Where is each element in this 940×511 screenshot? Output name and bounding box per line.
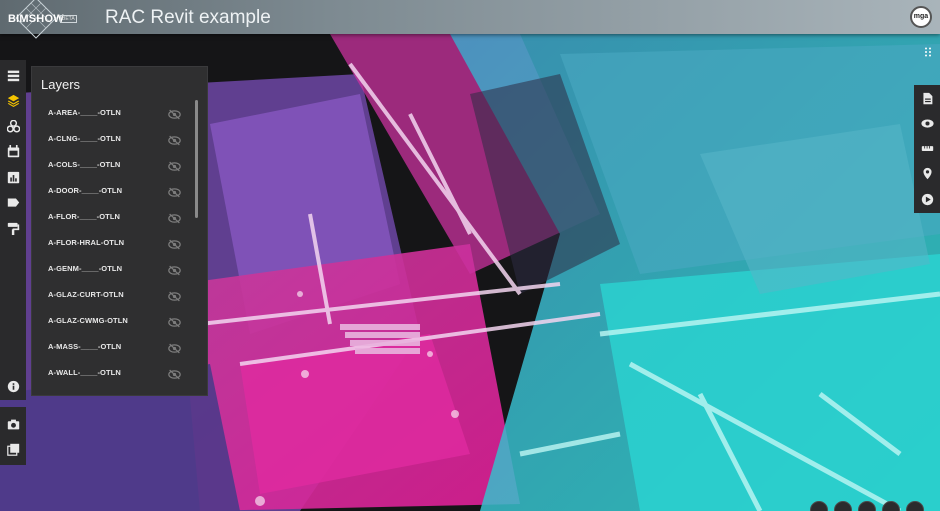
list-button[interactable] bbox=[3, 65, 23, 85]
nav-control-button[interactable] bbox=[810, 501, 828, 511]
layer-name: A-WALL-____-OTLN bbox=[48, 368, 121, 377]
layer-name: A-GLAZ-CURT-OTLN bbox=[48, 290, 124, 299]
objects-button[interactable] bbox=[3, 116, 23, 136]
layer-list: A-AREA-____-OTLN A-CLNG-____-OTLN A-COLS… bbox=[32, 100, 209, 386]
ruler-icon bbox=[921, 145, 933, 151]
info-icon bbox=[7, 380, 19, 392]
layer-name: A-MASS-____-OTLN bbox=[48, 342, 122, 351]
paint-button[interactable] bbox=[3, 218, 23, 238]
tag-button[interactable] bbox=[3, 192, 23, 212]
layer-row[interactable]: A-MASS-____-OTLN bbox=[32, 334, 209, 360]
eye-slash-icon[interactable] bbox=[168, 341, 181, 354]
eye-slash-icon[interactable] bbox=[168, 237, 181, 250]
layers-panel-title: Layers bbox=[41, 77, 81, 92]
tag-icon bbox=[7, 197, 19, 207]
document-icon bbox=[922, 92, 932, 104]
dots-grid-icon bbox=[925, 47, 931, 57]
app-header: BIMSHOW BETA RAC Revit example mga bbox=[0, 0, 940, 39]
layer-name: A-GLAZ-CWMG-OTLN bbox=[48, 316, 128, 325]
camera-icon bbox=[7, 419, 19, 429]
layer-row[interactable]: A-GLAZ-CURT-OTLN bbox=[32, 282, 209, 308]
layer-row[interactable]: A-AREA-____-OTLN bbox=[32, 100, 209, 126]
document-button[interactable] bbox=[917, 88, 937, 108]
brand-name: BIMSHOW bbox=[8, 13, 64, 25]
layer-row[interactable]: A-CLNG-____-OTLN bbox=[32, 126, 209, 152]
gallery-icon bbox=[6, 443, 19, 456]
nav-control-button[interactable] bbox=[906, 501, 924, 511]
cubes-icon bbox=[6, 119, 20, 133]
list-icon bbox=[7, 70, 19, 81]
nav-control-button[interactable] bbox=[834, 501, 852, 511]
calendar-button[interactable] bbox=[3, 141, 23, 161]
layer-name: A-CLNG-____-OTLN bbox=[48, 134, 121, 143]
right-toolbar bbox=[914, 85, 940, 213]
layer-row[interactable]: A-FLOR-____-OTLN bbox=[32, 204, 209, 230]
play-button[interactable] bbox=[917, 189, 937, 209]
eye-slash-icon[interactable] bbox=[168, 315, 181, 328]
eye-slash-icon[interactable] bbox=[168, 211, 181, 224]
chart-icon bbox=[7, 171, 19, 183]
calendar-icon bbox=[7, 144, 19, 157]
nav-control-button[interactable] bbox=[882, 501, 900, 511]
gallery-button[interactable] bbox=[3, 439, 23, 459]
map-marker-icon bbox=[922, 167, 932, 179]
page-title: RAC Revit example bbox=[105, 7, 271, 28]
navigation-controls bbox=[810, 500, 940, 511]
layer-name: A-FLOR-____-OTLN bbox=[48, 212, 121, 221]
chart-button[interactable] bbox=[3, 167, 23, 187]
eye-icon bbox=[920, 118, 934, 128]
layer-name: A-DOOR-____-OTLN bbox=[48, 186, 123, 195]
eye-slash-icon[interactable] bbox=[168, 107, 181, 120]
paint-roller-icon bbox=[7, 222, 19, 235]
visibility-button[interactable] bbox=[917, 113, 937, 133]
play-icon bbox=[921, 193, 933, 205]
apps-grid-button[interactable] bbox=[921, 45, 935, 59]
layer-row[interactable]: A-COLS-____-OTLN bbox=[32, 152, 209, 178]
eye-slash-icon[interactable] bbox=[168, 159, 181, 172]
layer-row[interactable]: A-DOOR-____-OTLN bbox=[32, 178, 209, 204]
eye-slash-icon[interactable] bbox=[168, 263, 181, 276]
eye-slash-icon[interactable] bbox=[168, 289, 181, 302]
layer-name: A-AREA-____-OTLN bbox=[48, 108, 121, 117]
layers-icon bbox=[7, 94, 19, 107]
left-toolbar-bottom bbox=[0, 407, 26, 465]
layer-row[interactable]: A-WALL-____-OTLN bbox=[32, 360, 209, 386]
screenshot-button[interactable] bbox=[3, 414, 23, 434]
user-avatar[interactable]: mga bbox=[910, 6, 932, 28]
location-button[interactable] bbox=[917, 163, 937, 183]
layers-button[interactable] bbox=[3, 90, 23, 110]
eye-slash-icon[interactable] bbox=[168, 185, 181, 198]
measure-button[interactable] bbox=[917, 138, 937, 158]
layer-list-scrollbar[interactable] bbox=[195, 100, 198, 218]
layer-name: A-GENM-____-OTLN bbox=[48, 264, 123, 273]
app-root: BIMSHOW BETA RAC Revit example mga Layer… bbox=[0, 0, 940, 511]
eye-slash-icon[interactable] bbox=[168, 367, 181, 380]
left-toolbar bbox=[0, 60, 26, 400]
layer-row[interactable]: A-GENM-____-OTLN bbox=[32, 256, 209, 282]
info-button[interactable] bbox=[3, 376, 23, 396]
eye-slash-icon[interactable] bbox=[168, 133, 181, 146]
layer-row[interactable]: A-FLOR-HRAL-OTLN bbox=[32, 230, 209, 256]
beta-badge: BETA bbox=[60, 15, 77, 23]
bimshow-logo[interactable]: BIMSHOW BETA bbox=[4, 0, 77, 39]
layer-row[interactable]: A-GLAZ-CWMG-OTLN bbox=[32, 308, 209, 334]
layer-name: A-COLS-____-OTLN bbox=[48, 160, 121, 169]
layer-name: A-FLOR-HRAL-OTLN bbox=[48, 238, 125, 247]
nav-control-button[interactable] bbox=[858, 501, 876, 511]
layers-panel: Layers A-AREA-____-OTLN A-CLNG-____-OTLN… bbox=[31, 66, 208, 396]
